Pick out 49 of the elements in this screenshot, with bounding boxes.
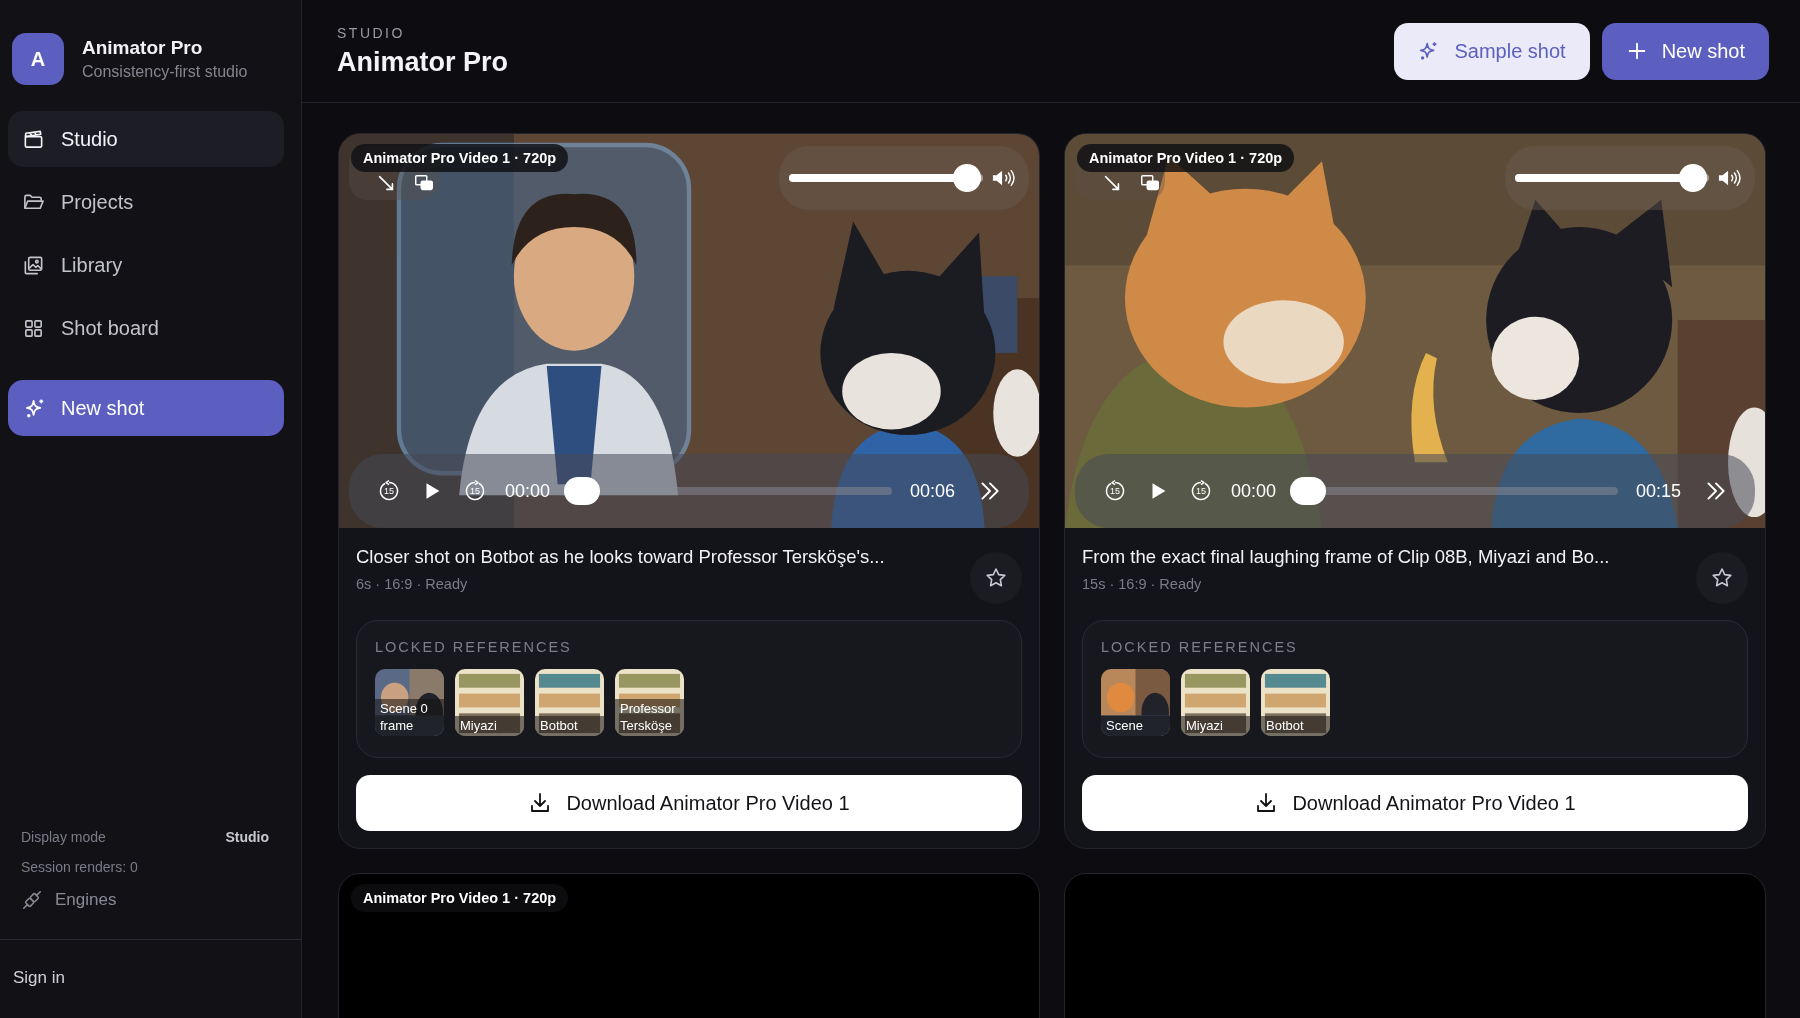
brand-avatar: A	[12, 33, 64, 85]
duration-time: 00:06	[909, 480, 955, 502]
download-button[interactable]: Download Animator Pro Video 1	[1082, 775, 1748, 831]
nav-item[interactable]: Projects	[8, 174, 284, 230]
references-heading: LOCKED REFERENCES	[1101, 639, 1299, 655]
download-button[interactable]: Download Animator Pro Video 1	[356, 775, 1022, 831]
skip-back-button[interactable]: 15	[377, 479, 401, 503]
reference-thumbnail[interactable]: Botbot	[535, 669, 604, 736]
engines-link[interactable]: Engines	[21, 889, 269, 911]
skip-forward-button[interactable]: 15	[1189, 479, 1213, 503]
reference-thumbnail[interactable]: Miyazi	[1181, 669, 1250, 736]
current-time: 00:00	[505, 480, 551, 502]
new-shot-button[interactable]: New shot	[1601, 22, 1769, 80]
session-renders: Session renders: 0	[21, 859, 139, 875]
display-mode-value: Studio	[225, 829, 269, 845]
shot-meta: 6s · 16:9 · Ready	[356, 576, 469, 592]
reference-thumbnail[interactable]: Scene	[1101, 669, 1170, 736]
sample-shot-button[interactable]: Sample shot	[1394, 22, 1590, 80]
reference-thumbnail[interactable]: Miyazi	[455, 669, 524, 736]
video-badge: Animator Pro Video 1 · 720p	[351, 884, 569, 912]
favorite-button[interactable]	[1696, 552, 1748, 604]
video-badge: Animator Pro Video 1 · 720p	[1077, 144, 1295, 172]
sign-in-link[interactable]: Sign in	[13, 968, 65, 987]
page-title: Animator Pro	[337, 46, 509, 78]
new-shot-button[interactable]: New shot	[8, 380, 284, 436]
star-icon	[1710, 566, 1734, 590]
shot-title: From the exact final laughing frame of Clip 08B, Miyazi and Bo...	[1082, 546, 1610, 568]
progress-slider[interactable]	[1290, 477, 1618, 505]
plug-icon	[21, 889, 43, 911]
reference-thumbnail[interactable]: Botbot	[1261, 669, 1330, 736]
page-eyebrow: STUDIO	[337, 24, 406, 41]
nav-item[interactable]: Library	[8, 237, 284, 293]
brand-tagline: Consistency-first studio	[82, 63, 248, 81]
volume-slider[interactable]	[789, 164, 983, 192]
shot-meta: 15s · 16:9 · Ready	[1082, 576, 1203, 592]
favorite-button[interactable]	[970, 552, 1022, 604]
nav-item[interactable]: Studio	[8, 111, 284, 167]
brand-name: Animator Pro	[82, 37, 204, 59]
skip-back-button[interactable]: 15	[1103, 479, 1127, 503]
display-mode-label: Display mode	[21, 829, 106, 845]
references-heading: LOCKED REFERENCES	[375, 639, 573, 655]
nav-item[interactable]: Shot board	[8, 300, 284, 356]
duration-time: 00:15	[1635, 480, 1681, 502]
current-time: 00:00	[1231, 480, 1277, 502]
star-icon	[984, 566, 1008, 590]
shot-title: Closer shot on Botbot as he looks toward Professor Tersköşe's...	[356, 546, 885, 568]
progress-slider[interactable]	[564, 477, 892, 505]
volume-slider[interactable]	[1515, 164, 1709, 192]
video-badge: Animator Pro Video 1 · 720p	[351, 144, 569, 172]
